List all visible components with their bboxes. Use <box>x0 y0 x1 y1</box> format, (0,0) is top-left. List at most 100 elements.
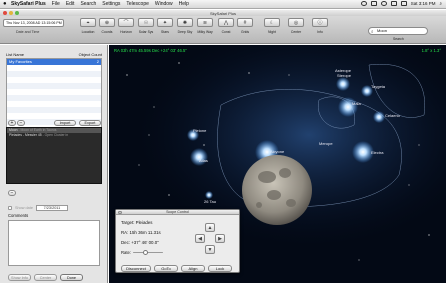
deep-sky-caption: Deep Sky <box>177 30 193 34</box>
center-object-button[interactable]: Center <box>34 274 57 281</box>
stars-button[interactable]: ✦ Stars <box>154 18 176 38</box>
list-name-header[interactable]: List Name <box>6 52 24 57</box>
list-row-name: My Favorites <box>9 59 32 64</box>
search-input[interactable]: ⌕ Moon <box>368 27 428 35</box>
goto-button[interactable]: GoTo <box>154 265 178 272</box>
scope-dec: Dec: +37° 46' 00.0" <box>121 240 159 245</box>
rate-slider[interactable] <box>133 249 164 255</box>
moon-icon: ☾ <box>264 18 280 27</box>
volume-icon[interactable] <box>390 1 397 6</box>
deep-sky-button[interactable]: ✺ Deep Sky <box>174 18 196 38</box>
horizon-icon: ⌒ <box>118 18 134 27</box>
close-panel-icon[interactable] <box>118 210 122 214</box>
grids-button[interactable]: # Grids <box>234 18 256 38</box>
wifi-icon[interactable] <box>380 1 387 6</box>
disconnect-button[interactable]: Disconnect <box>121 265 151 272</box>
galaxy-icon: ✺ <box>177 18 193 27</box>
date-time-field[interactable]: Thu Nov 13, 2008 AD 13:15:06 PM <box>3 19 64 27</box>
align-button[interactable]: Align <box>181 265 205 272</box>
list-row-count: 2 <box>96 59 99 64</box>
slew-west-arrow-icon[interactable]: ◀ <box>195 234 205 243</box>
remove-list-button[interactable]: − <box>17 120 25 126</box>
location-icon: ⌖ <box>80 18 96 27</box>
lists-table: My Favorites 2 <box>6 58 102 129</box>
sun-icon: ☉ <box>138 18 154 27</box>
observing-lists-panel: List Name Object Count My Favorites 2 + … <box>0 45 108 283</box>
object-row[interactable]: Pleiades - Messier 45 - Open Cluster in <box>7 133 101 138</box>
label-maia: Maia <box>352 101 361 106</box>
moon-disk[interactable] <box>242 155 312 225</box>
grid-icon: # <box>237 18 253 27</box>
slew-east-arrow-icon[interactable]: ▶ <box>215 234 225 243</box>
scope-control-panel: Scope Control Target: Pleiades RA: 15h 3… <box>115 209 240 273</box>
bluetooth-icon[interactable] <box>370 1 377 6</box>
date-time-caption: Date and Time <box>16 30 40 34</box>
remove-object-button[interactable]: − <box>8 190 16 196</box>
star-26-tau[interactable] <box>205 191 213 199</box>
rate-slider-knob[interactable] <box>143 249 149 255</box>
time-machine-icon[interactable] <box>360 1 367 6</box>
battery-icon[interactable] <box>400 1 407 6</box>
menu-search[interactable]: Search <box>80 1 96 7</box>
add-list-button[interactable]: + <box>8 120 16 126</box>
label-atlas: Atlas <box>199 158 208 163</box>
rate-row: Rate: <box>121 249 164 255</box>
rate-label: Rate: <box>121 250 132 255</box>
object-count-header[interactable]: Object Count <box>79 52 102 57</box>
night-caption: Night <box>268 30 276 34</box>
apple-menu-icon[interactable]: ● <box>3 1 11 7</box>
label-sterope: Sterope <box>337 73 352 78</box>
label-alcyone: Alcyone <box>270 149 285 154</box>
show-date-row: Show date 7/23/2011 <box>8 205 68 211</box>
star-celaeno[interactable] <box>373 111 385 123</box>
menu-app-name[interactable]: SkySafari Plus <box>11 1 46 7</box>
slew-north-arrow-icon[interactable]: ▲ <box>205 223 215 232</box>
status-area: Sat 3:16 PM ⌕ <box>360 1 442 6</box>
show-date-checkbox[interactable] <box>8 206 12 210</box>
star-asterope[interactable] <box>336 77 350 91</box>
show-date-field[interactable]: 7/23/2011 <box>35 205 68 211</box>
spotlight-icon[interactable]: ⌕ <box>439 1 442 6</box>
menu-help[interactable]: Help <box>179 1 189 7</box>
horizon-button[interactable]: ⌒ Horizon <box>115 18 137 38</box>
label-merope: Merope <box>319 141 333 146</box>
show-date-label: Show date <box>15 206 33 210</box>
window-title: SkySafari Plus <box>209 10 236 16</box>
info-button[interactable]: ⓘ Info <box>309 18 331 38</box>
menu-file[interactable]: File <box>52 1 60 7</box>
object-row-detail: - Open Cluster in <box>42 133 69 137</box>
import-button[interactable]: Import <box>54 120 76 126</box>
lock-button[interactable]: Lock <box>208 265 232 272</box>
comments-label: Comments <box>8 213 29 218</box>
constellation-icon: ⋀ <box>218 18 234 27</box>
search-value: Moon <box>377 28 388 33</box>
menu-telescope[interactable]: Telescope <box>126 1 149 7</box>
minimize-window-icon[interactable] <box>9 11 13 15</box>
night-button[interactable]: ☾ Night <box>261 18 283 38</box>
star-atlas[interactable] <box>190 148 208 166</box>
radec-readout: RA 03h 47m 45.59s Dec +24° 03' 46.5" <box>114 48 187 53</box>
done-button[interactable]: Done <box>60 274 83 281</box>
milky-way-button[interactable]: ≋ Milky Way <box>194 18 216 38</box>
center-button[interactable]: ◎ Center <box>285 18 307 38</box>
label-pleione: Pleione <box>193 128 207 133</box>
solar-sys-caption: Solar Sys <box>138 30 154 34</box>
zoom-window-icon[interactable] <box>15 11 19 15</box>
menu-edit[interactable]: Edit <box>66 1 75 7</box>
menu-clock[interactable]: Sat 3:16 PM <box>411 1 436 6</box>
star-icon: ✦ <box>157 18 173 27</box>
menu-window[interactable]: Window <box>155 1 173 7</box>
coords-caption: Coords <box>101 30 113 34</box>
info-icon: ⓘ <box>312 18 328 27</box>
close-window-icon[interactable] <box>3 11 7 15</box>
slew-south-arrow-icon[interactable]: ▼ <box>205 245 215 254</box>
comments-textarea[interactable] <box>8 220 100 266</box>
list-header: List Name Object Count <box>0 52 108 57</box>
menu-bar: ● SkySafari Plus File Edit Search Settin… <box>0 0 446 9</box>
menu-settings[interactable]: Settings <box>102 1 120 7</box>
object-row-name: Moon <box>9 128 18 132</box>
star-maia[interactable] <box>338 97 358 117</box>
export-button[interactable]: Export <box>79 120 101 126</box>
scope-ra: RA: 15h 36m 11.31s <box>121 230 161 235</box>
show-info-button[interactable]: Show Info <box>8 274 31 281</box>
